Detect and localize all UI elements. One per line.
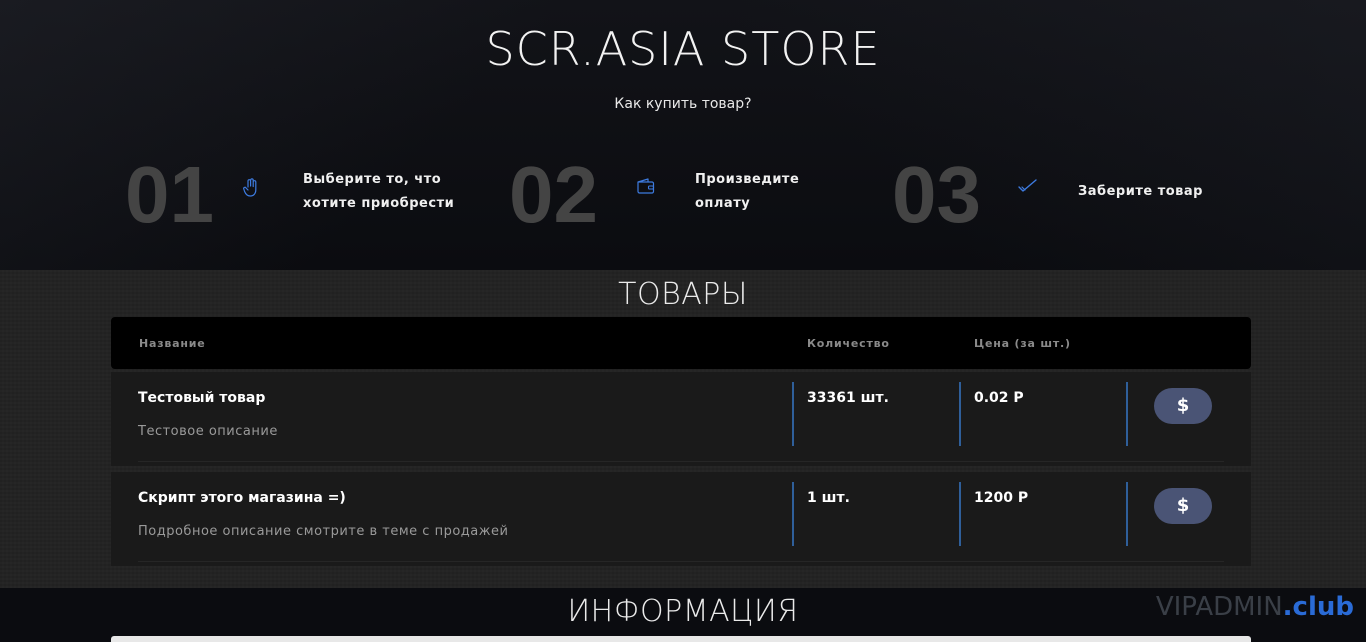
table-row: Скрипт этого магазина =) Подробное описа… — [111, 472, 1251, 566]
step-text-line: Заберите товар — [1078, 184, 1203, 199]
column-divider — [792, 382, 794, 446]
row-divider — [138, 461, 1224, 462]
step-text: Произведите оплату — [695, 168, 799, 216]
step-1: 01 Выберите то, что хотите приобрести — [125, 150, 465, 240]
step-text-line: Произведите — [695, 172, 800, 187]
buy-button[interactable]: $ — [1154, 388, 1212, 424]
column-header-qty: Количество — [807, 337, 890, 350]
step-2: 02 Произведите оплату — [509, 150, 849, 240]
step-text: Заберите товар — [1078, 180, 1203, 204]
watermark-tld: .club — [1282, 592, 1354, 622]
step-number: 03 — [892, 150, 981, 239]
product-description: Подробное описание смотрите в теме с про… — [138, 524, 509, 539]
column-divider — [1126, 482, 1128, 546]
product-quantity: 1 шт. — [807, 490, 850, 506]
product-name: Скрипт этого магазина =) — [138, 490, 346, 506]
step-3: 03 Заберите товар — [892, 150, 1232, 240]
row-divider — [138, 561, 1224, 562]
column-header-name: Название — [139, 337, 206, 350]
column-divider — [792, 482, 794, 546]
product-name: Тестовый товар — [138, 390, 266, 406]
products-title: ТОВАРЫ — [618, 277, 748, 312]
watermark-main: VIPADMIN — [1155, 592, 1283, 622]
product-price: 1200 Р — [974, 490, 1029, 506]
table-row: Тестовый товар Тестовое описание 33361 ш… — [111, 372, 1251, 466]
step-text-line: хотите приобрести — [303, 196, 455, 211]
hand-pointer-icon — [243, 178, 263, 198]
watermark: VIPADMIN.club — [1156, 592, 1354, 622]
column-header-price: Цена (за шт.) — [974, 337, 1071, 350]
step-number: 02 — [509, 150, 598, 239]
products-table-header: Название Количество Цена (за шт.) — [111, 317, 1251, 369]
column-divider — [1126, 382, 1128, 446]
info-panel-top — [111, 636, 1251, 642]
buy-button[interactable]: $ — [1154, 488, 1212, 524]
product-quantity: 33361 шт. — [807, 390, 889, 406]
step-text: Выберите то, что хотите приобрести — [303, 168, 454, 216]
product-price: 0.02 Р — [974, 390, 1024, 406]
step-number: 01 — [125, 150, 214, 239]
how-to-buy-heading: Как купить товар? — [614, 96, 752, 112]
check-icon — [1018, 178, 1038, 198]
column-divider — [959, 482, 961, 546]
step-text-line: Выберите то, что — [303, 172, 442, 187]
column-divider — [959, 382, 961, 446]
store-title: SCR.ASIA STORE — [485, 22, 881, 76]
wallet-icon — [636, 178, 656, 198]
product-description: Тестовое описание — [138, 424, 278, 439]
step-text-line: оплату — [695, 196, 751, 211]
